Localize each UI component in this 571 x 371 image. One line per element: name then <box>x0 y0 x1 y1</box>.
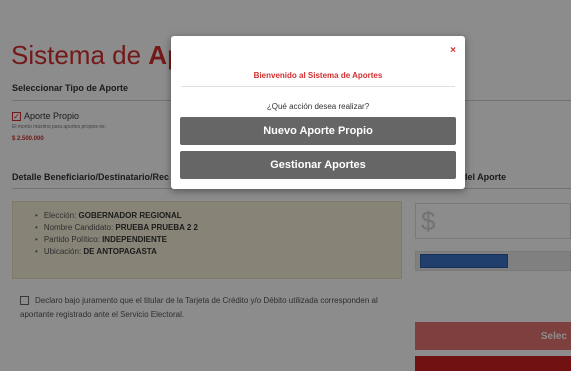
close-icon[interactable]: × <box>450 45 456 56</box>
modal-divider <box>181 86 455 87</box>
gestionar-aportes-button[interactable]: Gestionar Aportes <box>180 151 456 179</box>
welcome-modal: × Bienvenido al Sistema de Aportes ¿Qué … <box>171 36 465 189</box>
nuevo-aporte-button[interactable]: Nuevo Aporte Propio <box>180 117 456 145</box>
modal-question: ¿Qué acción desea realizar? <box>266 102 370 111</box>
modal-title: Bienvenido al Sistema de Aportes <box>253 71 383 80</box>
